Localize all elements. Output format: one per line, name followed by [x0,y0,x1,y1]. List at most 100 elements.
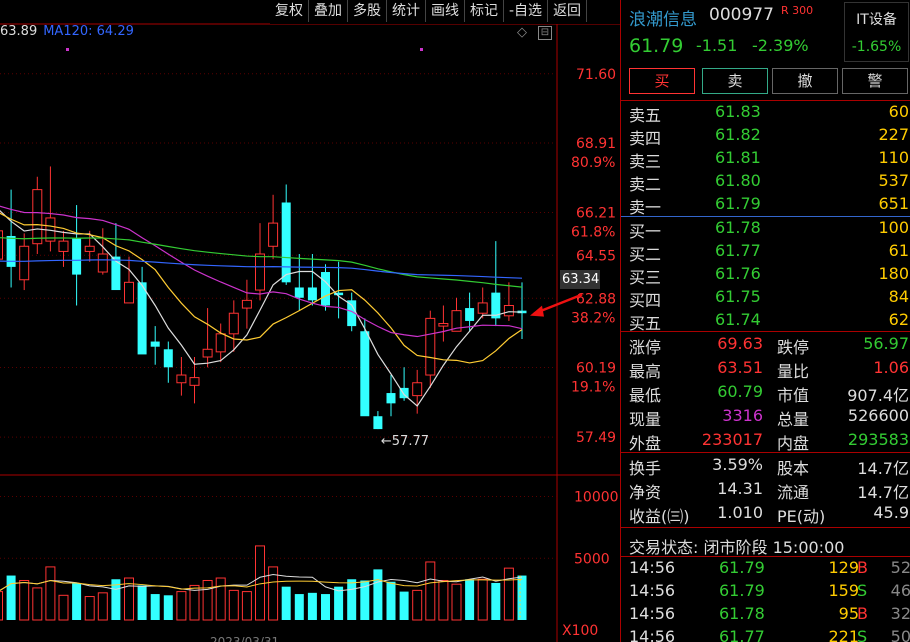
cancel-order-button[interactable]: 撤 [772,68,838,94]
candle-body [281,202,291,283]
tick-row[interactable]: 14:56 61.77 221 S 50 [629,627,910,642]
book-row[interactable]: 卖四 61.82 227 [629,125,909,148]
stat-row: 最低 60.79 市值 907.4亿 [629,382,909,405]
alert-button[interactable]: 警 [842,68,908,94]
tick-price: 61.79 [719,558,765,577]
tick-time: 14:56 [629,581,676,600]
sector-name: IT设备 [856,12,897,28]
menu-item[interactable]: 标记 [465,0,504,22]
book-price: 61.82 [715,125,761,144]
volume-axis-label: 10000 [574,490,619,506]
volume-bar [58,594,69,621]
volume-bar [294,594,304,620]
volume-bar [451,583,462,621]
book-price: 61.74 [715,310,761,329]
tick-side: B [857,604,868,623]
candle-body [124,281,134,304]
stat-label: 股本 [777,459,810,478]
candle-body [189,377,200,386]
stat-label: 最高 [629,362,662,381]
volume-bar [386,581,396,620]
volume-axis-label: X100 [562,623,598,639]
divider [621,100,910,101]
tick-count: 32 [890,604,910,623]
menu-item[interactable]: 多股 [348,0,387,22]
book-row[interactable]: 卖二 61.80 537 [629,171,909,194]
tick-volume: 95 [838,604,859,623]
sector-box[interactable]: IT设备 -1.65% [844,2,909,62]
book-price: 61.75 [715,287,761,306]
tick-side: B [857,558,868,577]
menu-item[interactable]: 返回 [548,0,588,22]
diamond-icon[interactable]: ◇ [517,25,527,40]
menu-item[interactable]: 画线 [426,0,465,22]
book-level-label: 卖二 [629,175,662,194]
tick-row[interactable]: 14:56 61.78 95 B 32 [629,604,910,627]
menu-item[interactable]: 叠加 [309,0,348,22]
stat-label: 收益(㈢) [629,507,690,526]
book-row[interactable]: 买三 61.76 180 [629,264,909,287]
kline-chart-area[interactable]: 71.60 68.91 80.9% 66.21 61.8% 64.55 62.88 38.2%… [0,0,620,642]
book-row[interactable]: 买二 61.77 61 [629,241,909,264]
book-volume: 651 [878,194,909,213]
book-row[interactable]: 买一 61.78 100 [629,218,909,241]
candle-body [465,308,475,321]
stat-label: 跌停 [777,338,810,357]
last-price: 61.79 [629,35,684,57]
tick-price: 61.78 [719,604,765,623]
menu-item[interactable]: 复权 [270,0,309,22]
volume-bar [150,594,160,620]
divider [621,452,910,453]
volume-bar [412,589,423,621]
price-axis-label: 57.49 [576,430,616,446]
tick-row[interactable]: 14:56 61.79 129 B 52 [629,558,910,581]
stat-value: 63.51 [717,358,763,377]
divider [621,527,910,528]
stat-value: 3.59% [712,455,763,474]
candle-body [72,238,82,275]
book-price: 61.78 [715,218,761,237]
book-price: 61.83 [715,102,761,121]
stat-value: 14.7亿 [857,459,909,478]
volume-bar [176,591,187,621]
kline-chart-svg[interactable]: 71.60 68.91 80.9% 66.21 61.8% 64.55 62.88 38.2%… [0,0,620,642]
book-row[interactable]: 卖三 61.81 110 [629,148,909,171]
tick-volume: 221 [828,627,859,642]
candle-body [228,312,239,335]
minimize-box-icon[interactable]: ⊟ [538,26,552,40]
volume-bar [465,579,475,620]
volume-bar [307,592,317,620]
book-row[interactable]: 卖五 61.83 60 [629,102,909,125]
tick-count: 52 [890,558,910,577]
price-axis-label: 62.88 [576,291,616,307]
date-footer: 2023/03/31 … [210,635,295,642]
price-change: -1.51 [696,36,738,55]
buy-button[interactable]: 买 [629,68,695,94]
stock-name[interactable]: 浪潮信息 [629,5,697,30]
stat-row: 换手 3.59% 股本 14.7亿 [629,455,909,478]
sell-button[interactable]: 卖 [702,68,768,94]
candle-body [307,287,317,301]
book-row[interactable]: 买五 61.74 62 [629,310,909,333]
volume-bar [399,591,409,620]
signal-marker [420,48,423,51]
ma-legend-value: MA120: 64.29 [43,24,134,39]
book-row[interactable]: 卖一 61.79 651 [629,194,909,217]
price-axis-label: 60.19 [576,361,616,377]
quote-panel: 浪潮信息 000977 R 300 IT设备 -1.65% 61.79 -1.5… [620,0,910,642]
candle-body [503,305,514,317]
menu-item[interactable]: -自选 [504,0,549,22]
stat-value: 907.4亿 [847,386,909,405]
candle-body [255,253,265,291]
stat-value: 60.79 [717,382,763,401]
ma-legend: 63.89 MA120: 64.29 [0,24,140,39]
volume-bar [241,591,252,621]
tick-row[interactable]: 14:56 61.79 159 S 46 [629,581,910,604]
trading-status: 交易状态: 闭市阶段 15:00:00 [629,538,845,557]
menu-item[interactable]: 统计 [387,0,426,22]
candle-body [425,317,436,376]
stat-value: 233017 [701,430,763,449]
stat-label: 最低 [629,386,662,405]
book-row[interactable]: 买四 61.75 84 [629,287,909,310]
ma-legend-value: 63.89 [0,24,38,39]
